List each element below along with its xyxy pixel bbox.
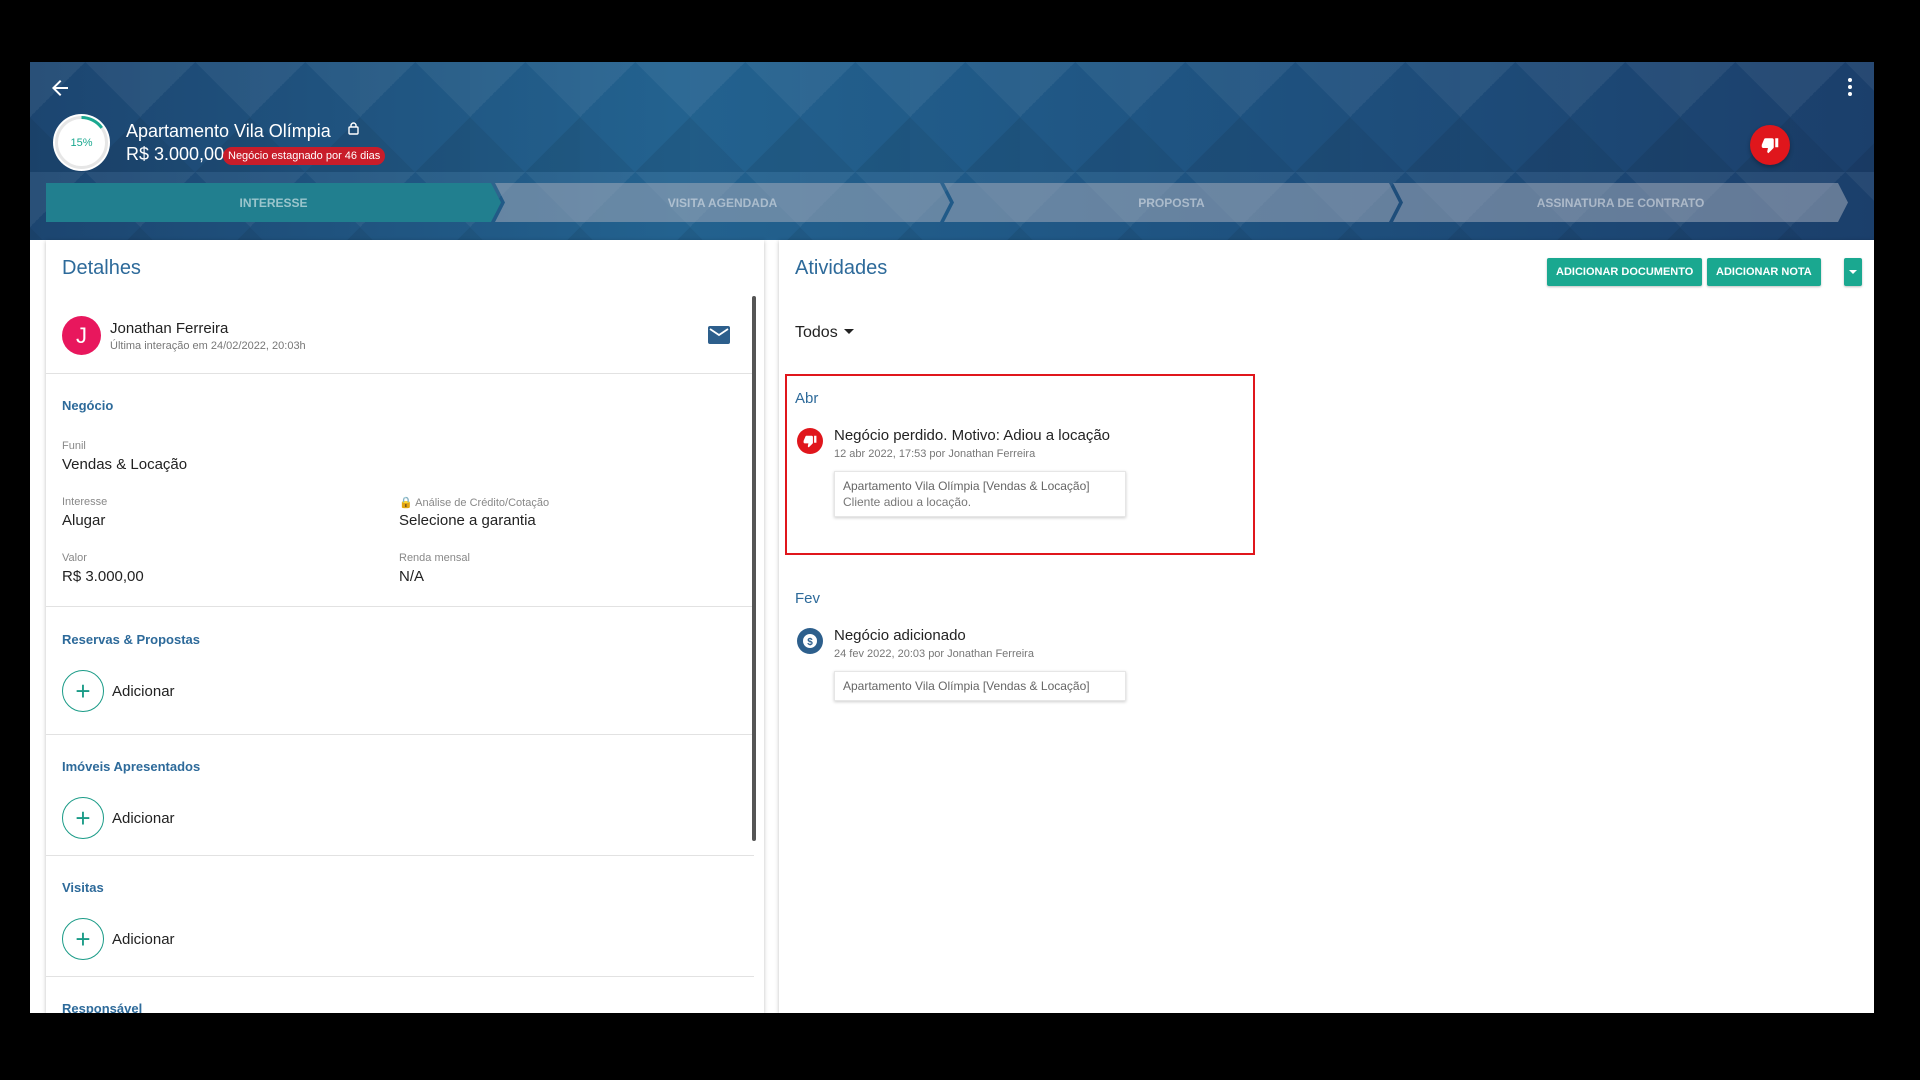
income-value[interactable]: N/A xyxy=(399,568,424,585)
divider xyxy=(46,976,754,977)
add-document-button[interactable]: ADICIONAR DOCUMENTO xyxy=(1547,258,1703,286)
activity-meta: 24 fev 2022, 20:03 por Jonathan Ferreira xyxy=(834,648,1034,660)
funnel-label: Funil xyxy=(62,440,86,452)
visits-section-title: Visitas xyxy=(62,880,104,895)
divider xyxy=(46,855,754,856)
credit-analysis-value[interactable]: Selecione a garantia xyxy=(399,512,536,529)
credit-analysis-label-row: 🔒 Análise de Crédito/Cotação xyxy=(399,496,549,509)
activity-title: Negócio perdido. Motivo: Adiou a locação xyxy=(834,427,1111,444)
activity-card-title: Apartamento Vila Olímpia [Vendas & Locaç… xyxy=(843,479,1090,493)
plus-icon: + xyxy=(62,918,104,960)
dollar-icon: $ xyxy=(797,628,823,654)
details-scrollbar[interactable] xyxy=(752,296,756,841)
add-reservation-button[interactable]: + Adicionar xyxy=(62,670,175,712)
activity-card[interactable]: Apartamento Vila Olímpia [Vendas & Locaç… xyxy=(834,671,1126,701)
lock-icon: 🔒 xyxy=(399,497,413,509)
details-heading: Detalhes xyxy=(62,257,141,279)
thumbs-down-icon xyxy=(1761,138,1779,154)
progress-label: 15% xyxy=(70,136,93,149)
interest-label: Interesse xyxy=(62,496,108,508)
activity-card[interactable]: Apartamento Vila Olímpia [Vendas & Locaç… xyxy=(834,471,1126,517)
add-label: Adicionar xyxy=(112,930,175,948)
activity-title: Negócio adicionado xyxy=(834,627,966,644)
plus-icon: + xyxy=(62,670,104,712)
divider xyxy=(46,606,754,607)
interest-value[interactable]: Alugar xyxy=(62,512,105,529)
reservations-section-title: Reservas & Propostas xyxy=(62,632,201,647)
mail-icon[interactable] xyxy=(708,326,730,344)
contact-name[interactable]: Jonathan Ferreira xyxy=(110,320,228,337)
activity-filter-dropdown[interactable]: Todos xyxy=(795,324,854,342)
add-label: Adicionar xyxy=(112,809,175,827)
credit-analysis-label: Análise de Crédito/Cotação xyxy=(415,497,550,509)
month-label: Abr xyxy=(795,390,819,407)
app-window: 15% Apartamento Vila Olímpia R$ 3.000,00… xyxy=(30,62,1874,1013)
income-label: Renda mensal xyxy=(399,552,470,564)
svg-text:$: $ xyxy=(807,637,813,648)
activities-heading: Atividades xyxy=(795,257,888,279)
funnel-value[interactable]: Vendas & Locação xyxy=(62,456,187,473)
details-panel: Detalhes J Jonathan Ferreira Última inte… xyxy=(46,240,764,1013)
highlight-box xyxy=(785,374,1255,555)
contact-last-interaction: Última interação em 24/02/2022, 20:03h xyxy=(110,340,306,352)
add-label: Adicionar xyxy=(112,682,175,700)
thumbs-down-icon xyxy=(797,428,823,454)
divider xyxy=(46,734,754,735)
mark-lost-button[interactable] xyxy=(1750,125,1790,165)
add-property-button[interactable]: + Adicionar xyxy=(62,797,175,839)
chevron-down-icon xyxy=(1849,270,1857,274)
activity-card-body: Cliente adiou a locação. xyxy=(843,495,972,509)
value-label: Valor xyxy=(62,552,87,564)
month-label: Fev xyxy=(795,590,821,607)
activity-filter-label: Todos xyxy=(795,324,838,341)
deal-header: 15% Apartamento Vila Olímpia R$ 3.000,00… xyxy=(30,62,1874,240)
stage-proposta[interactable]: PROPOSTA xyxy=(944,183,1399,222)
responsible-section-title: Responsável xyxy=(62,1001,143,1013)
caret-down-icon xyxy=(843,329,854,334)
plus-icon: + xyxy=(62,797,104,839)
back-arrow-icon[interactable] xyxy=(48,76,76,104)
deal-title: Apartamento Vila Olímpia xyxy=(126,121,331,141)
stage-interesse[interactable]: INTERESSE xyxy=(46,183,501,222)
stagnant-badge: Negócio estagnado por 46 dias xyxy=(223,147,386,165)
activity-card-title: Apartamento Vila Olímpia [Vendas & Locaç… xyxy=(843,679,1090,693)
divider xyxy=(46,373,754,374)
activity-meta: 12 abr 2022, 17:53 por Jonathan Ferreira xyxy=(834,448,1036,460)
properties-section-title: Imóveis Apresentados xyxy=(62,759,201,774)
deal-title-row: Apartamento Vila Olímpia xyxy=(126,121,359,142)
add-note-options-button[interactable] xyxy=(1844,258,1862,286)
more-options-icon[interactable] xyxy=(1840,76,1860,104)
activities-panel: Atividades ADICIONAR DOCUMENTO ADICIONAR… xyxy=(779,240,1874,1013)
deal-value: R$ 3.000,00 xyxy=(126,144,225,164)
lock-icon xyxy=(348,122,359,138)
pipeline-stages: INTERESSE VISITA AGENDADA PROPOSTA ASSIN… xyxy=(46,183,1842,222)
add-note-button[interactable]: ADICIONAR NOTA xyxy=(1707,258,1821,286)
deal-progress-ring: 15% xyxy=(53,114,110,171)
stage-visita-agendada[interactable]: VISITA AGENDADA xyxy=(495,183,950,222)
value-value[interactable]: R$ 3.000,00 xyxy=(62,568,144,585)
avatar[interactable]: J xyxy=(62,316,101,355)
stage-assinatura-de-contrato[interactable]: ASSINATURA DE CONTRATO xyxy=(1393,183,1848,222)
add-visit-button[interactable]: + Adicionar xyxy=(62,918,175,960)
business-section-title: Negócio xyxy=(62,398,114,413)
